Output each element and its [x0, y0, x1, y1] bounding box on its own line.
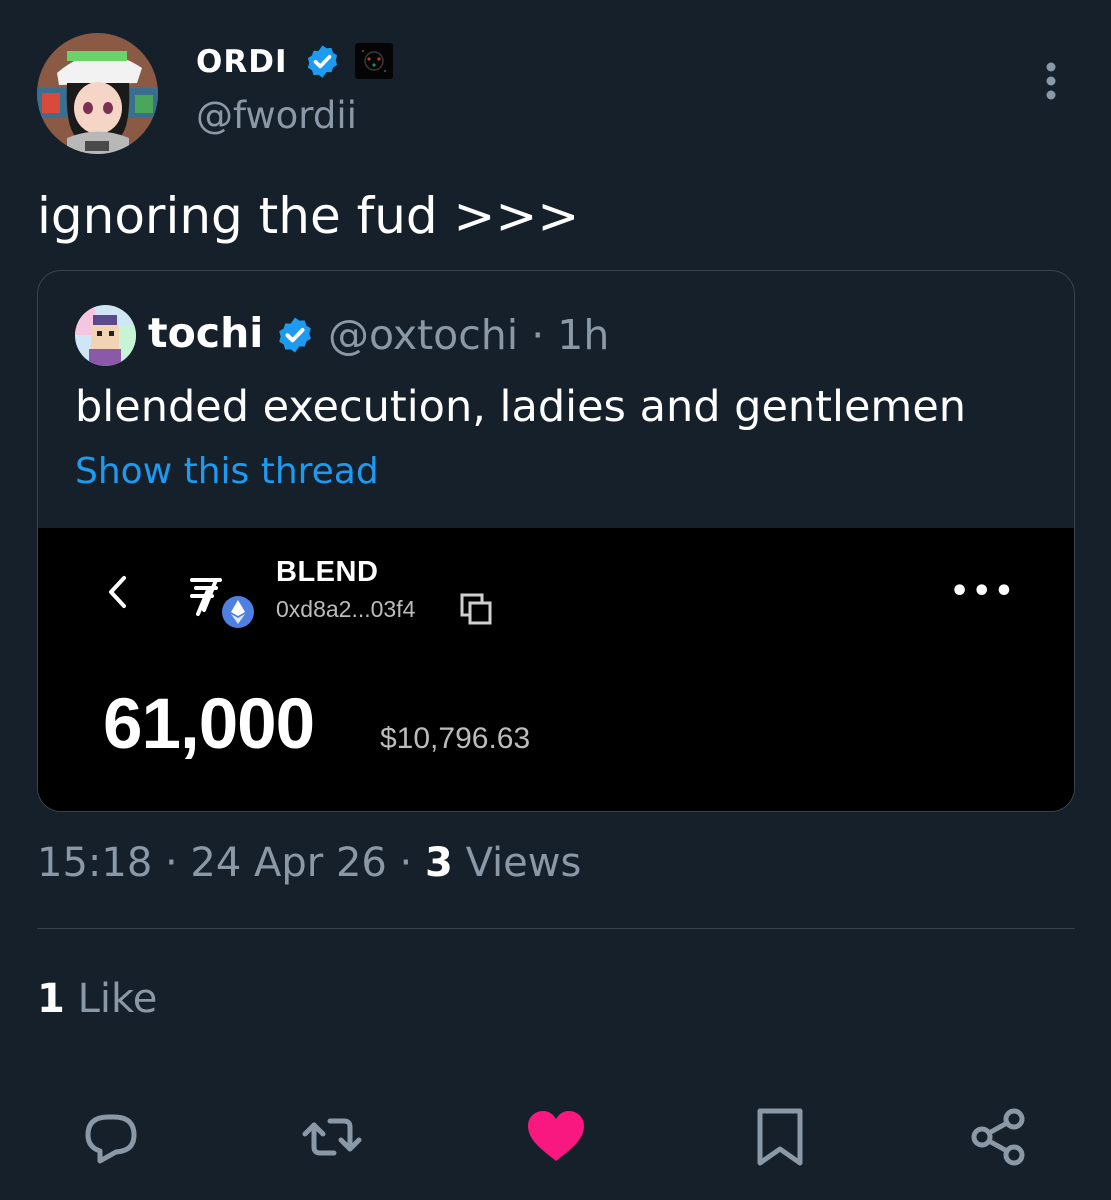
quoted-author-avatar[interactable] — [75, 305, 136, 366]
back-arrow-icon — [109, 576, 126, 608]
retweet-icon[interactable] — [300, 1105, 364, 1169]
copy-icon — [460, 593, 492, 625]
tweet-text: ignoring the fud >>> — [37, 187, 580, 245]
token-name: BLEND — [276, 556, 379, 588]
likes-label: Like — [77, 976, 158, 1022]
quoted-media-image[interactable]: BLEND 0xd8a2...03f4 ••• 61,000 $10,796.6… — [38, 528, 1074, 811]
token-amount: 61,000 — [103, 685, 315, 764]
bookmark-icon[interactable] — [748, 1105, 812, 1169]
token-usd-value: $10,796.63 — [380, 722, 531, 755]
author-display-name[interactable]: ORDI — [196, 44, 288, 80]
media-more-icon: ••• — [950, 574, 1017, 609]
author-avatar[interactable] — [37, 33, 158, 154]
likes-summary[interactable]: 1 Like — [37, 976, 157, 1022]
quoted-verified-badge-icon — [279, 317, 311, 353]
divider — [37, 928, 1075, 929]
more-options-icon[interactable] — [1036, 60, 1066, 102]
quoted-tweet-text: blended execution, ladies and gentlemen — [75, 382, 967, 432]
quoted-tweet-card[interactable]: tochi @oxtochi · 1h blended execution, l… — [37, 270, 1075, 812]
author-handle[interactable]: @fwordii — [196, 94, 357, 137]
anime-avatar-icon — [37, 33, 158, 154]
share-icon[interactable] — [966, 1105, 1030, 1169]
timestamp-text: 15:18 · 24 Apr 26 · — [37, 840, 413, 886]
affiliate-badge-icon — [355, 43, 393, 79]
quoted-author-meta: @oxtochi · 1h — [328, 311, 610, 359]
blend-logo-icon — [190, 578, 254, 628]
views-count: 3 — [425, 840, 453, 886]
token-address: 0xd8a2...03f4 — [276, 596, 416, 622]
show-thread-link[interactable]: Show this thread — [75, 451, 379, 492]
reply-icon[interactable] — [78, 1105, 142, 1169]
quoted-author-name[interactable]: tochi — [148, 309, 263, 357]
likes-count: 1 — [37, 976, 65, 1022]
like-icon[interactable] — [524, 1105, 588, 1169]
tweet-timestamp: 15:18 · 24 Apr 26 · 3 Views — [37, 840, 581, 886]
pixel-avatar-icon — [75, 305, 136, 366]
verified-badge-icon — [307, 45, 338, 78]
views-label: Views — [465, 840, 582, 886]
